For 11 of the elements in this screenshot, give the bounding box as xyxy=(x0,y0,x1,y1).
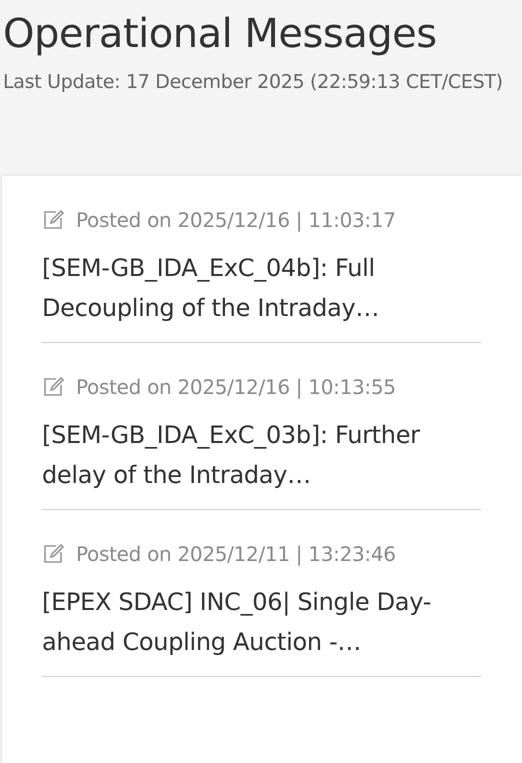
message-link[interactable]: [EPEX SDAC] INC_06| Single Day-ahead Coupling Auction -… xyxy=(42,582,481,662)
posted-date: Posted on 2025/12/16 | 10:13:55 xyxy=(76,374,396,401)
edit-icon xyxy=(42,376,64,398)
posted-date: Posted on 2025/12/11 | 13:23:46 xyxy=(76,541,396,568)
edit-icon xyxy=(42,209,64,231)
posted-date: Posted on 2025/12/16 | 11:03:17 xyxy=(76,207,396,234)
message-link[interactable]: [SEM-GB_IDA_ExC_04b]: Full Decoupling of the Intraday… xyxy=(42,248,481,328)
page-title: Operational Messages xyxy=(3,10,438,59)
last-update-text: Last Update: 17 December 2025 (22:59:13 CET/CEST) xyxy=(3,70,504,95)
edit-icon xyxy=(42,543,64,565)
message-link[interactable]: [SEM-GB_IDA_ExC_03b]: Further delay of the Intraday… xyxy=(42,415,481,495)
